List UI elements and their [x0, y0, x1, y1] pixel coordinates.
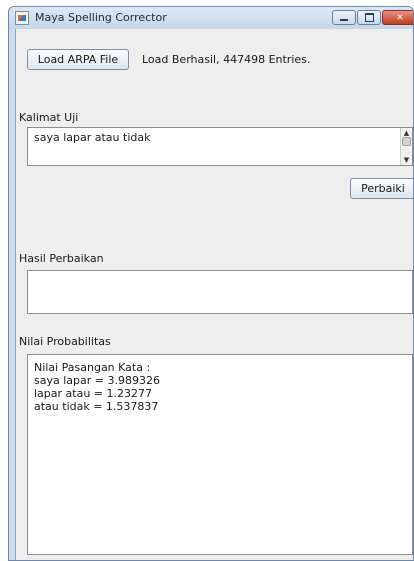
probability-line: Nilai Pasangan Kata :	[34, 361, 151, 374]
kalimat-uji-label: Kalimat Uji	[19, 111, 79, 124]
probability-line: lapar atau = 1.23277	[34, 387, 153, 400]
perbaiki-button[interactable]: Perbaiki	[350, 178, 413, 199]
minimize-icon	[340, 18, 348, 21]
nilai-probabilitas-textarea[interactable]: Nilai Pasangan Kata : saya lapar = 3.989…	[27, 354, 413, 555]
probability-line: saya lapar = 3.989326	[34, 374, 160, 387]
kalimat-uji-textarea[interactable]: saya lapar atau tidak ▲ ▼	[27, 127, 413, 166]
nilai-probabilitas-label: Nilai Probabilitas	[19, 335, 111, 348]
window-title: Maya Spelling Corrector	[35, 11, 167, 24]
scroll-thumb[interactable]	[402, 137, 411, 146]
app-window: Maya Spelling Corrector ✕ Load ARPA File…	[8, 6, 414, 561]
probability-line: atau tidak = 1.537837	[34, 400, 159, 413]
content-pane: Load ARPA File Load Berhasil, 447498 Ent…	[15, 29, 413, 560]
maximize-button[interactable]	[357, 10, 381, 25]
close-button[interactable]: ✕	[382, 10, 413, 25]
java-app-icon	[15, 11, 29, 25]
hasil-perbaikan-label: Hasil Perbaikan	[19, 252, 104, 265]
kalimat-uji-text: saya lapar atau tidak	[34, 131, 151, 144]
load-arpa-file-button[interactable]: Load ARPA File	[27, 49, 129, 70]
title-bar[interactable]: Maya Spelling Corrector ✕	[9, 7, 413, 29]
hasil-perbaikan-textarea[interactable]	[27, 270, 413, 314]
close-icon: ✕	[396, 12, 404, 23]
maximize-icon	[364, 13, 374, 22]
scroll-down-icon[interactable]: ▼	[402, 156, 411, 164]
scroll-up-icon[interactable]: ▲	[402, 129, 411, 137]
load-status-text: Load Berhasil, 447498 Entries.	[142, 53, 311, 66]
kalimat-uji-scrollbar[interactable]: ▲ ▼	[400, 128, 412, 165]
minimize-button[interactable]	[332, 10, 356, 25]
